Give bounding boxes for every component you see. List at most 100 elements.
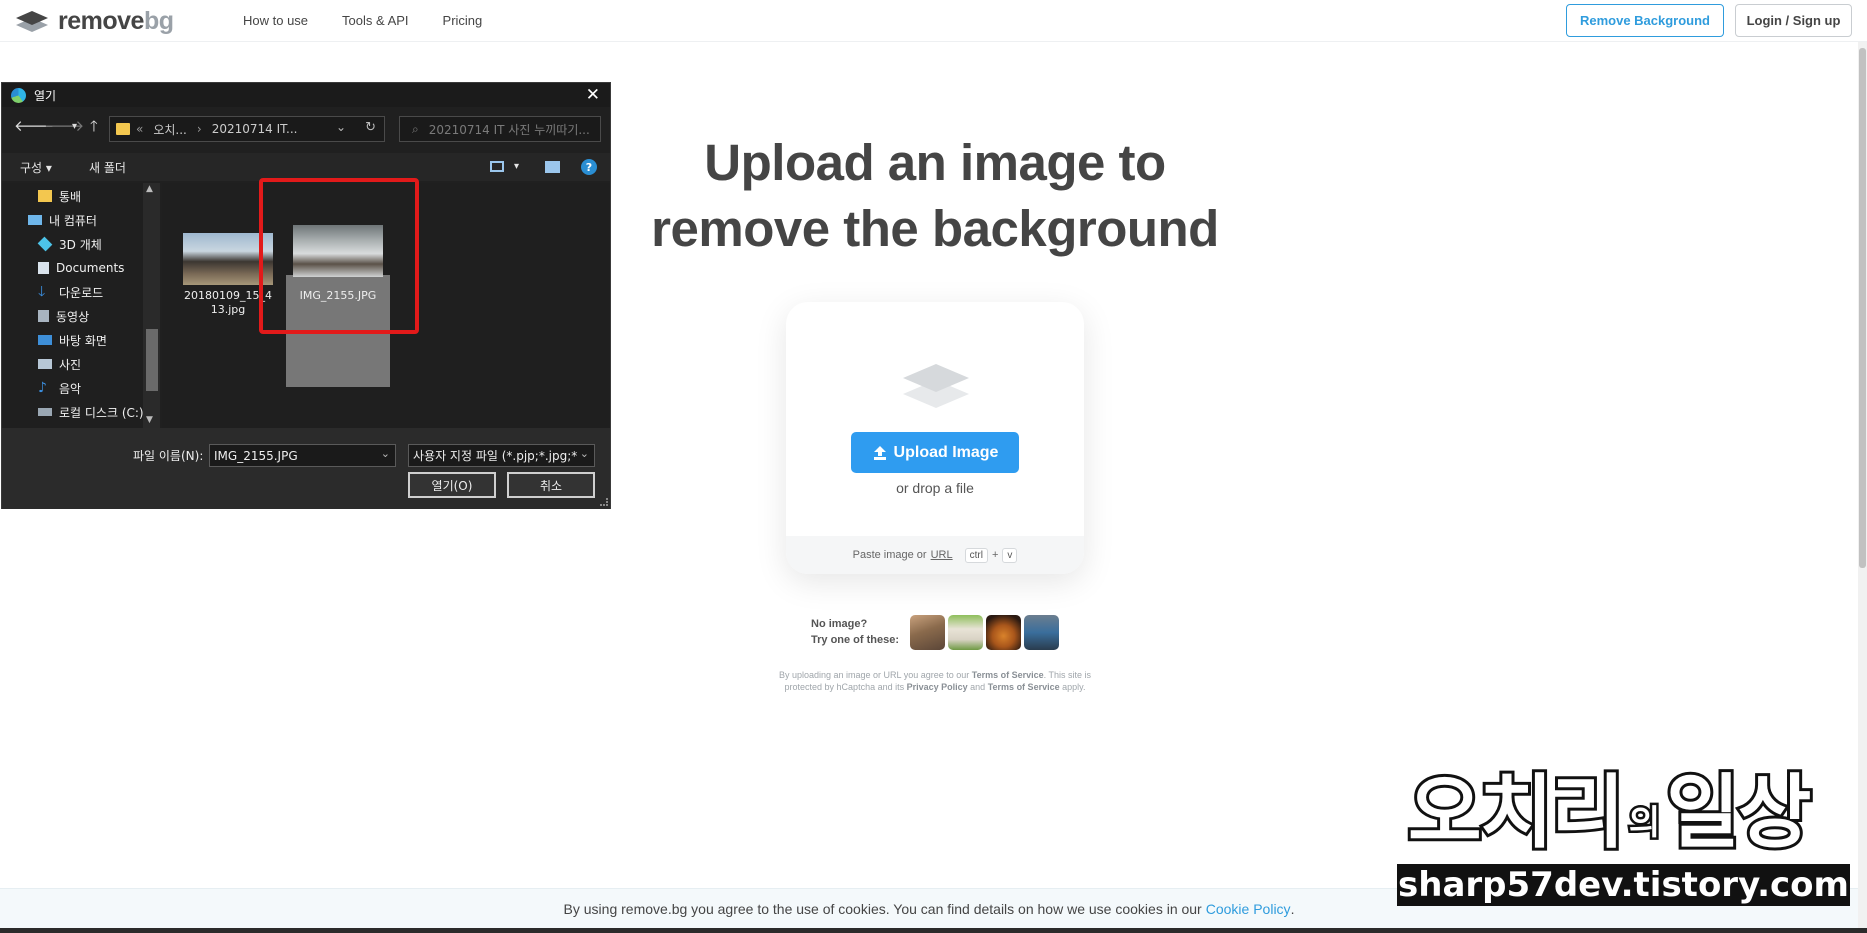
paste-bar: Paste image or URL ctrl + v (786, 536, 1084, 574)
filename-value: IMG_2155.JPG (214, 448, 298, 463)
login-signup-button[interactable]: Login / Sign up (1735, 4, 1852, 37)
page: removebg How to use Tools & API Pricing … (0, 0, 1867, 933)
music-icon: ♪ (38, 380, 47, 396)
terms-link[interactable]: Terms of Service (972, 670, 1044, 680)
dialog-titlebar[interactable]: 열기 ✕ (2, 83, 610, 107)
filetype-value: 사용자 지정 파일 (*.pjp;*.jpg;*. (413, 449, 582, 463)
nav-how-to-use[interactable]: How to use (243, 13, 308, 28)
refresh-icon[interactable]: ↻ (365, 120, 376, 135)
nav-item-label: 로컬 디스크 (C:) (59, 405, 144, 420)
nav-item-documents[interactable]: Documents (38, 258, 124, 278)
logo-text: removebg (58, 7, 174, 35)
sample-car-image[interactable] (1024, 615, 1059, 650)
new-folder-button[interactable]: 새 폴더 (89, 159, 126, 176)
ctrl-key: ctrl (964, 547, 988, 563)
privacy-link[interactable]: Privacy Policy (907, 682, 968, 692)
hero-title-line1: Upload an image to (704, 134, 1166, 191)
nav-item-label: 다운로드 (59, 285, 104, 300)
search-box[interactable]: ⌕ 20210714 IT 사진 누끼따기... (399, 116, 601, 142)
dialog-title: 열기 (34, 89, 57, 103)
organize-menu[interactable]: 구성 ▾ (20, 159, 52, 176)
folder-icon (116, 123, 130, 135)
filename-dropdown-chevron-icon[interactable]: ⌄ (381, 447, 390, 460)
organize-label: 구성 (20, 161, 43, 175)
hero-title: Upload an image to remove the background (560, 130, 1310, 262)
sample-alpaca-image[interactable] (948, 615, 983, 650)
chrome-icon (11, 88, 26, 103)
sample-bread-image[interactable] (986, 615, 1021, 650)
address-bar[interactable]: « 오치... › 20210714 IT... ⌄ ↻ (109, 116, 385, 142)
nav-item-3d-objects[interactable]: 3D 개체 (37, 234, 102, 254)
cancel-button[interactable]: 취소 (507, 472, 595, 498)
computer-icon (28, 215, 42, 225)
sample-woman-image[interactable] (910, 615, 945, 650)
plus-sign: + (991, 549, 999, 561)
nav-item-label: 바탕 화면 (59, 333, 107, 348)
preview-pane-icon[interactable] (545, 161, 560, 173)
scroll-up-icon[interactable]: ▲ (146, 184, 153, 194)
3d-objects-icon (37, 236, 53, 252)
hero-title-line2: remove the background (651, 200, 1219, 257)
help-icon[interactable]: ? (581, 159, 597, 175)
download-icon: 🡓 (38, 284, 46, 300)
resize-grip-icon[interactable] (600, 498, 608, 506)
address-crumb-2[interactable]: 20210714 IT... (212, 122, 298, 136)
documents-icon (38, 262, 49, 274)
nav-item-label: 통배 (59, 189, 82, 204)
page-scrollbar-thumb[interactable] (1859, 48, 1866, 568)
address-crumb-1[interactable]: 오치... (153, 121, 187, 138)
bottom-strip (0, 928, 1867, 933)
upload-image-button[interactable]: Upload Image (851, 432, 1019, 473)
nav-item-label: 사진 (59, 357, 82, 372)
view-options-chevron-icon[interactable]: ▾ (514, 161, 519, 172)
paste-text: Paste image or (852, 549, 927, 561)
address-overflow-icon[interactable]: « (136, 122, 143, 136)
up-arrow-icon[interactable]: 🡑 (90, 116, 98, 141)
cookie-policy-link[interactable]: Cookie Policy (1206, 901, 1291, 917)
legal-apply: apply. (1062, 682, 1086, 692)
upload-image-label: Upload Image (893, 443, 999, 461)
nav-item-videos[interactable]: 동영상 (38, 306, 89, 326)
filename-input[interactable]: IMG_2155.JPG ⌄ (209, 444, 396, 467)
nav-item-tongbae[interactable]: 통배 (38, 186, 81, 206)
filename-label: 파일 이름(N): (133, 449, 204, 463)
close-icon[interactable]: ✕ (586, 85, 600, 105)
view-options-icon[interactable] (490, 161, 504, 172)
disk-icon (38, 408, 52, 416)
remove-background-button[interactable]: Remove Background (1566, 4, 1724, 37)
nav-pricing[interactable]: Pricing (443, 13, 483, 28)
no-image-line1: No image? (811, 618, 868, 630)
nav-pane-scrollbar[interactable] (143, 183, 160, 428)
nav-item-pictures[interactable]: 사진 (38, 354, 81, 374)
v-key: v (1002, 547, 1018, 563)
address-separator-icon: › (196, 122, 202, 136)
logo[interactable]: removebg (14, 7, 174, 36)
nav-item-music[interactable]: ♪ 음악 (38, 378, 81, 398)
nav-tools-api[interactable]: Tools & API (342, 13, 408, 28)
search-icon: ⌕ (412, 121, 419, 136)
filetype-dropdown-chevron-icon[interactable]: ⌄ (576, 447, 589, 460)
upload-arrow-icon (873, 445, 886, 460)
recent-locations-chevron-icon[interactable]: ▾ (72, 121, 77, 132)
open-button[interactable]: 열기(O) (408, 472, 496, 498)
logo-layers-icon (16, 10, 48, 32)
forward-arrow-icon[interactable]: 🡒 (44, 116, 84, 135)
watermark-title: 오치리 의 일상 (1405, 767, 1830, 859)
address-dropdown-chevron-icon[interactable]: ⌄ (336, 120, 346, 134)
watermark-url: sharp57dev.tistory.com (1397, 864, 1850, 906)
nav-item-my-computer[interactable]: 내 컴퓨터 (28, 210, 97, 230)
cookie-period: . (1290, 900, 1295, 917)
nav-item-desktop[interactable]: 바탕 화면 (38, 330, 107, 350)
nav-item-local-disk[interactable]: 로컬 디스크 (C:) (38, 402, 144, 422)
upload-card[interactable]: Upload Image or drop a file Paste image … (786, 302, 1084, 574)
no-image-text: No image? Try one of these: (811, 616, 899, 648)
nav-item-downloads[interactable]: 🡓 다운로드 (38, 282, 103, 302)
filetype-select[interactable]: 사용자 지정 파일 (*.pjp;*.jpg;*. ⌄ (408, 444, 595, 467)
nav-item-label: 음악 (59, 381, 82, 396)
nav-pane-scrollbar-thumb[interactable] (146, 329, 158, 391)
search-placeholder: 20210714 IT 사진 누끼따기... (428, 122, 590, 137)
paste-url-link[interactable]: URL (931, 549, 953, 561)
terms-link-2[interactable]: Terms of Service (988, 682, 1060, 692)
nav-item-label: 3D 개체 (59, 237, 102, 252)
scroll-down-icon[interactable]: ▼ (146, 415, 153, 425)
